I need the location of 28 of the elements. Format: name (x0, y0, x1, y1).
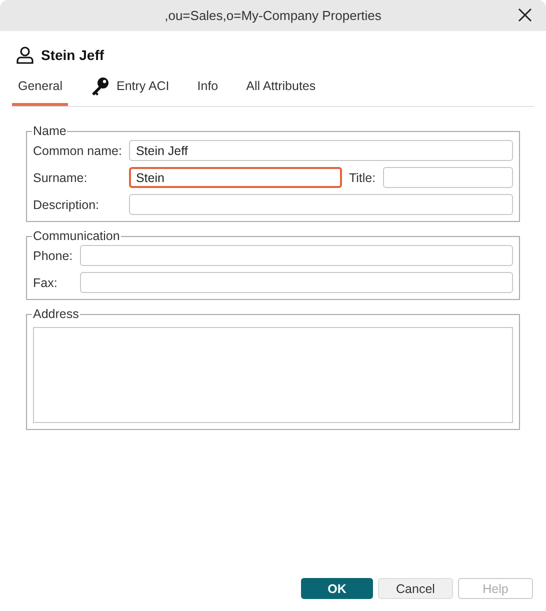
input-field[interactable]: Stein Jeff (128, 140, 513, 161)
input-field[interactable]: Stein (128, 167, 342, 188)
input-field[interactable] (382, 167, 513, 188)
field-label: Phone: (33, 248, 73, 262)
tab[interactable]: General (12, 72, 68, 106)
input-field[interactable] (80, 245, 513, 266)
dialog-button[interactable]: OK (301, 578, 373, 599)
field-label: Fax: (33, 276, 58, 290)
key-icon (90, 76, 110, 96)
field-label: Common name: (33, 144, 122, 158)
entry-name: Stein Jeff (41, 47, 104, 63)
input-field[interactable] (80, 272, 513, 293)
group-title: Name (32, 124, 68, 138)
field-label: Title: (348, 170, 376, 184)
group-title: Address (32, 307, 80, 321)
window-title: ,ou=Sales,o=My-Company Properties (164, 8, 382, 23)
field-label: Surname: (33, 170, 88, 184)
person-icon (16, 46, 34, 64)
close-icon (518, 8, 532, 22)
text-area[interactable] (33, 327, 513, 423)
tab[interactable]: Entry ACI (84, 72, 176, 106)
tab[interactable]: All Attributes (240, 72, 322, 106)
tab[interactable]: Info (191, 72, 224, 106)
field-label: Description: (33, 198, 100, 212)
dialog-button[interactable]: Cancel (378, 578, 453, 599)
input-field[interactable] (128, 194, 513, 215)
close-button[interactable] (518, 8, 532, 22)
group-title: Communication (32, 229, 121, 243)
